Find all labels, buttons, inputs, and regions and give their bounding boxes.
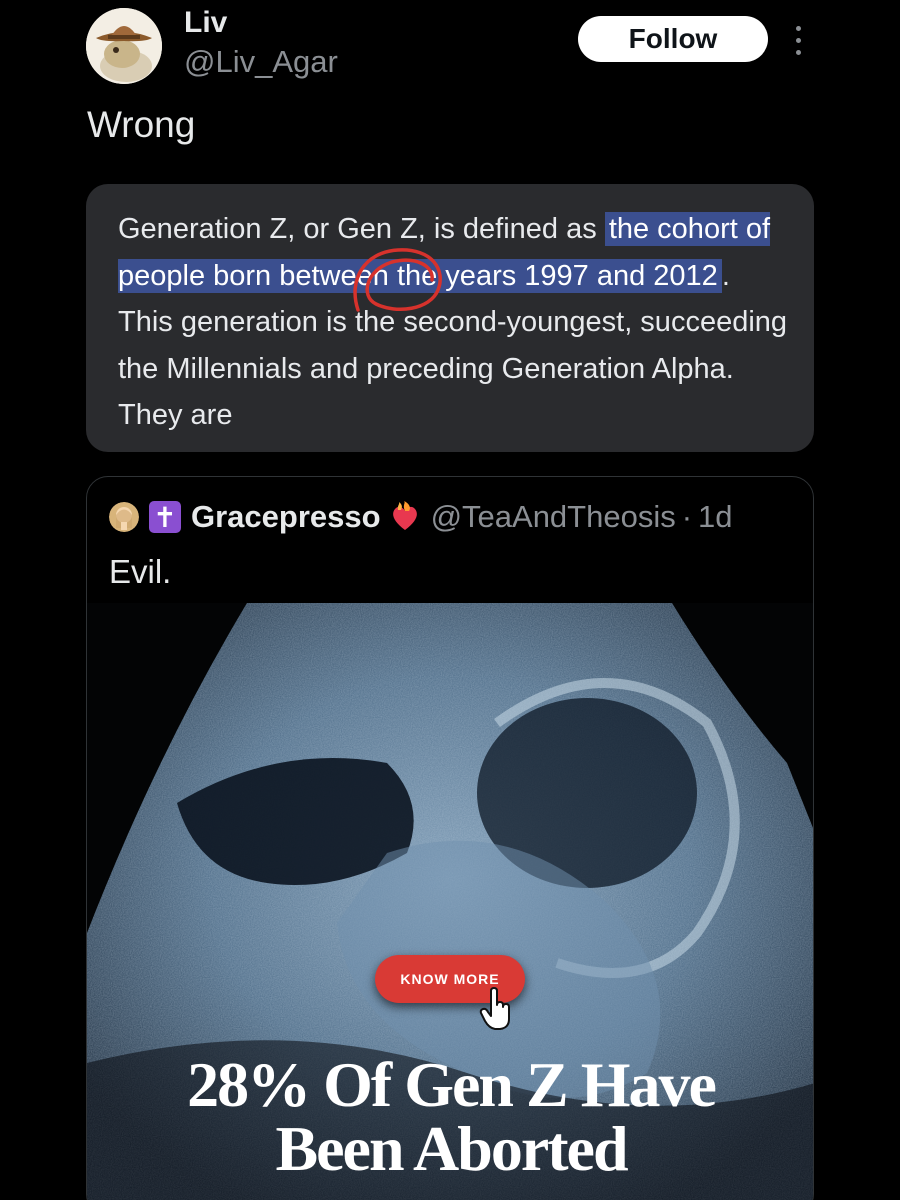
red-annotation-circle — [353, 248, 442, 312]
author-handle[interactable]: @Liv_Agar — [184, 44, 338, 80]
media-headline: 28% Of Gen Z Have Been Aborted — [87, 1049, 813, 1184]
headline-line-1: 28% Of Gen Z Have — [187, 1049, 717, 1120]
quoted-tweet[interactable]: ✝ Gracepresso @TeaAndTheosis · 1d Evil. — [86, 476, 814, 1200]
praying-woman-emoji-icon — [109, 502, 139, 532]
tweet-text: Wrong — [87, 104, 196, 145]
quoted-tweet-text: Evil. — [109, 553, 172, 590]
timestamp-separator: · — [681, 499, 693, 534]
hand-pointer-icon — [479, 987, 510, 1030]
follow-button[interactable]: Follow — [578, 16, 768, 62]
quoted-media-image[interactable]: KNOW MORE 28% Of Gen Z Have Been Aborted — [87, 603, 813, 1200]
quoted-tweet-header: ✝ Gracepresso @TeaAndTheosis · 1d — [109, 499, 733, 535]
quoted-timestamp[interactable]: 1d — [698, 499, 732, 535]
quoted-author-name[interactable]: Gracepresso — [191, 499, 381, 535]
latin-cross-emoji-icon: ✝ — [149, 501, 181, 533]
headline-line-2: Been Aborted — [275, 1113, 628, 1184]
more-options-icon[interactable] — [786, 22, 810, 58]
cowboy-frog-avatar-icon — [86, 8, 162, 84]
search-snippet-image: Generation Z, or Gen Z, is defined as th… — [86, 184, 814, 452]
author-avatar[interactable] — [86, 8, 162, 84]
heart-on-fire-emoji-icon — [392, 501, 417, 530]
author-name[interactable]: Liv — [184, 6, 227, 40]
snippet-text: Generation Z, or Gen Z, is defined as th… — [118, 206, 788, 439]
quoted-author-handle[interactable]: @TeaAndTheosis — [431, 499, 676, 535]
